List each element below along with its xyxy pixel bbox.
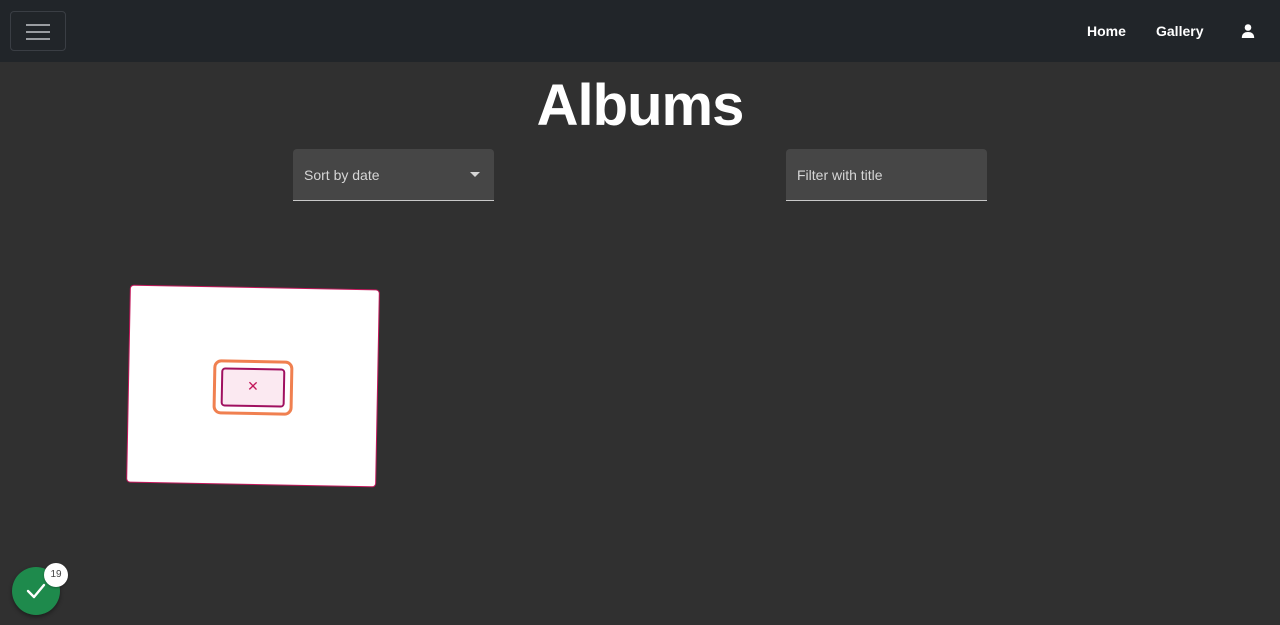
top-navbar: Home Gallery (0, 0, 1280, 62)
hamburger-icon (26, 31, 50, 33)
nav-link-home[interactable]: Home (1087, 23, 1126, 39)
hamburger-icon (26, 24, 50, 26)
hamburger-icon (26, 38, 50, 40)
sort-select[interactable]: Sort by date (293, 149, 494, 201)
filter-input[interactable] (786, 149, 987, 200)
sort-select-value: Sort by date (304, 167, 380, 183)
chevron-down-icon (470, 172, 480, 177)
page-title: Albums (536, 73, 745, 138)
filter-field (786, 149, 987, 201)
menu-toggle-button[interactable] (10, 11, 66, 51)
user-icon[interactable] (1240, 23, 1256, 39)
broken-image-icon: ✕ (212, 359, 294, 416)
status-count-badge: 19 (44, 563, 68, 587)
album-card[interactable]: ✕ (126, 284, 380, 488)
nav-link-gallery[interactable]: Gallery (1156, 23, 1203, 39)
